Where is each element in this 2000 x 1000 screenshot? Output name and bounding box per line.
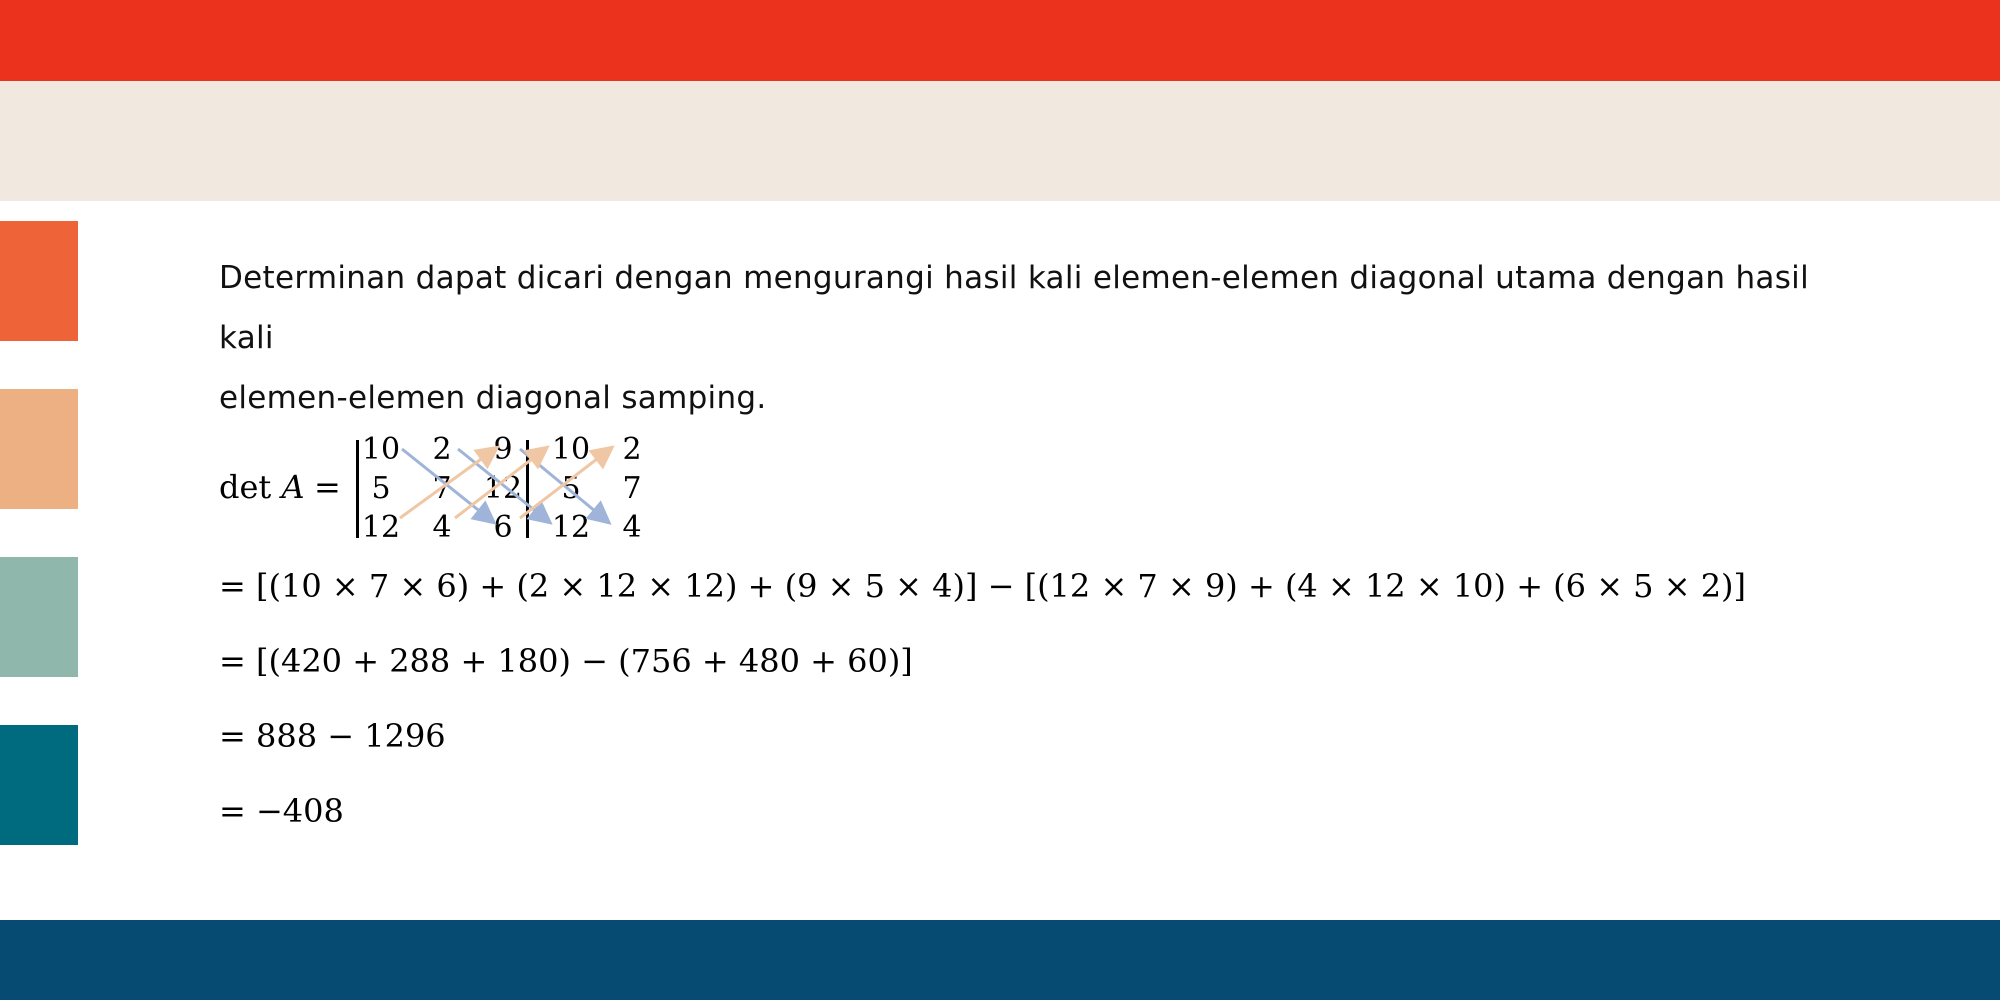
calculation-step-3: = 888 − 1296 bbox=[219, 717, 446, 755]
sarrus-arrows bbox=[399, 445, 615, 525]
calculation-step-2: = [(420 + 288 + 180) − (756 + 480 + 60)] bbox=[219, 642, 913, 680]
calculation-step-1: = [(10 × 7 × 6) + (2 × 12 × 12) + (9 × 5… bbox=[219, 567, 1747, 605]
calculation-result: = −408 bbox=[219, 792, 344, 830]
